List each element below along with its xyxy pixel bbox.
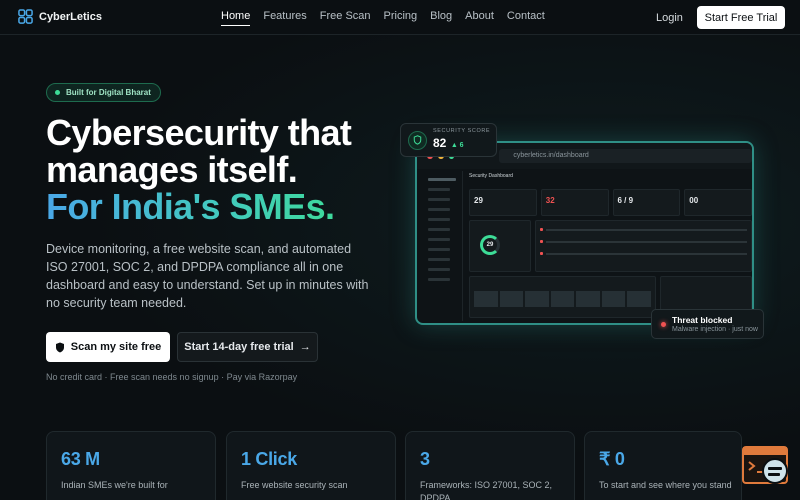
mockup-alert-row	[540, 238, 747, 245]
mockup-heat-cell	[550, 291, 575, 307]
mockup-stat-card: 00	[684, 189, 752, 216]
stat-card-label: To start and see where you stand	[599, 480, 732, 490]
nav-link-about[interactable]: About	[465, 10, 494, 26]
stat-card: ₹ 0 To start and see where you stand	[584, 431, 742, 500]
mockup-stat-value: 6 / 9	[617, 196, 634, 205]
mockup-sidebar-item	[428, 248, 450, 251]
hero-fineprint: No credit card · Free scan needs no sign…	[46, 372, 298, 382]
mockup-heat-cell	[499, 291, 524, 307]
mockup-score-panel: 29	[469, 220, 531, 272]
brand[interactable]: CyberLetics	[18, 9, 102, 24]
stat-card-value: 63 M	[61, 449, 100, 469]
stat-card-label: Frameworks: ISO 27001, SOC 2, DPDPA	[420, 480, 553, 500]
nav-links: Home Features Free Scan Pricing Blog Abo…	[221, 10, 545, 26]
mockup-main: Security Dashboard 29 32 6 / 9 00 29	[469, 171, 752, 323]
mockup-sidebar-item	[428, 268, 450, 271]
mockup-title: Security Dashboard	[469, 173, 513, 179]
threat-subtitle: Malware injection · just now	[672, 326, 758, 333]
headline-line-1: Cybersecurity that	[46, 112, 352, 153]
stat-card-value: 3	[420, 449, 430, 469]
hero-headline: Cybersecurity that manages itself. For I…	[46, 112, 352, 225]
badge-dot-icon	[55, 90, 60, 95]
mockup-sidebar-item	[428, 228, 450, 231]
hero-badge: Built for Digital Bharat	[46, 83, 161, 102]
nav-link-pricing[interactable]: Pricing	[384, 10, 418, 26]
mockup-alert-row	[540, 250, 747, 257]
mockup-heat-cell	[627, 291, 652, 307]
stat-card: 1 Click Free website security scan	[226, 431, 396, 500]
alert-dot-icon	[661, 321, 666, 327]
score-value: 82	[433, 136, 447, 150]
mockup-heat-cell	[525, 291, 549, 307]
mockup-alerts-panel	[535, 220, 752, 272]
chat-widget-icon[interactable]	[742, 446, 790, 488]
mockup-heat-cell	[576, 291, 600, 307]
mockup-heat-cell	[474, 291, 498, 307]
nav-link-contact[interactable]: Contact	[507, 10, 545, 26]
brand-name: CyberLetics	[39, 10, 102, 23]
mockup-sidebar-item	[428, 218, 450, 221]
mockup-panels-row: 29	[469, 220, 752, 272]
mockup-sidebar-item	[428, 188, 450, 191]
mockup-alert-row	[540, 226, 747, 233]
nav-link-home[interactable]: Home	[221, 10, 251, 26]
mockup-stat-card: 6 / 9	[612, 189, 681, 216]
brand-logo-icon	[18, 9, 33, 24]
mockup-sidebar-item	[428, 278, 450, 281]
mockup-heat-cell	[601, 291, 626, 307]
start-free-trial-button[interactable]: Start Free Trial	[697, 6, 785, 29]
mockup-sidebar-item	[428, 238, 450, 241]
headline-line-2: manages itself.	[46, 149, 298, 190]
scan-site-free-button[interactable]: Scan my site free	[46, 332, 170, 362]
stat-card: 63 M Indian SMEs we're built for	[46, 431, 216, 500]
score-delta: ▲ 6	[450, 142, 464, 149]
mockup-stat-card: 32	[540, 189, 609, 216]
arrow-right-icon: →	[299, 341, 311, 353]
mockup-stat-value: 29	[474, 196, 483, 205]
shield-badge	[408, 130, 427, 150]
mockup-sidebar-item	[428, 208, 450, 211]
top-navbar: CyberLetics Home Features Free Scan Pric…	[0, 0, 800, 35]
stat-card: 3 Frameworks: ISO 27001, SOC 2, DPDPA	[405, 431, 575, 500]
shield-icon	[55, 342, 64, 352]
stat-card-value: 1 Click	[241, 449, 297, 469]
nav-link-features[interactable]: Features	[263, 10, 306, 26]
stat-card-label: Free website security scan	[241, 480, 348, 490]
threat-title: Threat blocked	[672, 315, 733, 325]
threat-blocked-card: Threat blocked Malware injection · just …	[651, 309, 764, 339]
security-score-card: SECURITY SCORE 82 ▲ 6	[400, 123, 497, 157]
mockup-sidebar-item	[428, 258, 450, 261]
mockup-stats: 29 32 6 / 9 00	[469, 189, 752, 216]
mockup-sidebar-item	[428, 178, 456, 181]
shield-icon	[413, 135, 422, 145]
stat-card-label: Indian SMEs we're built for	[61, 480, 168, 490]
nav-link-blog[interactable]: Blog	[430, 10, 452, 26]
badge-text: Built for Digital Bharat	[66, 88, 151, 97]
mockup-sidebar	[423, 171, 463, 321]
login-link[interactable]: Login	[656, 12, 683, 24]
stat-card-value: ₹ 0	[599, 449, 625, 469]
mockup-sidebar-item	[428, 198, 450, 201]
mockup-stat-card: 29	[469, 189, 537, 216]
dashboard-mockup: cyberletics.in/dashboard Security Dashbo…	[415, 141, 754, 325]
mockup-stat-value: 32	[545, 196, 555, 205]
nav-link-free-scan[interactable]: Free Scan	[320, 10, 371, 26]
alert-dot-icon	[540, 228, 543, 231]
mockup-stat-value: 00	[689, 196, 699, 205]
alert-dot-icon	[540, 240, 543, 243]
alert-dot-icon	[540, 252, 543, 255]
mockup-heatmap-panel	[469, 276, 656, 318]
trial-button-label: Start 14-day free trial	[184, 341, 294, 353]
start-trial-button[interactable]: Start 14-day free trial →	[177, 332, 318, 362]
hero-subtext: Device monitoring, a free website scan, …	[46, 242, 369, 310]
mockup-url-bar: cyberletics.in/dashboard	[499, 149, 752, 163]
scan-button-label: Scan my site free	[70, 341, 162, 353]
mockup-score-ring: 29	[480, 235, 500, 255]
headline-line-3: For India's SMEs.	[46, 188, 351, 225]
